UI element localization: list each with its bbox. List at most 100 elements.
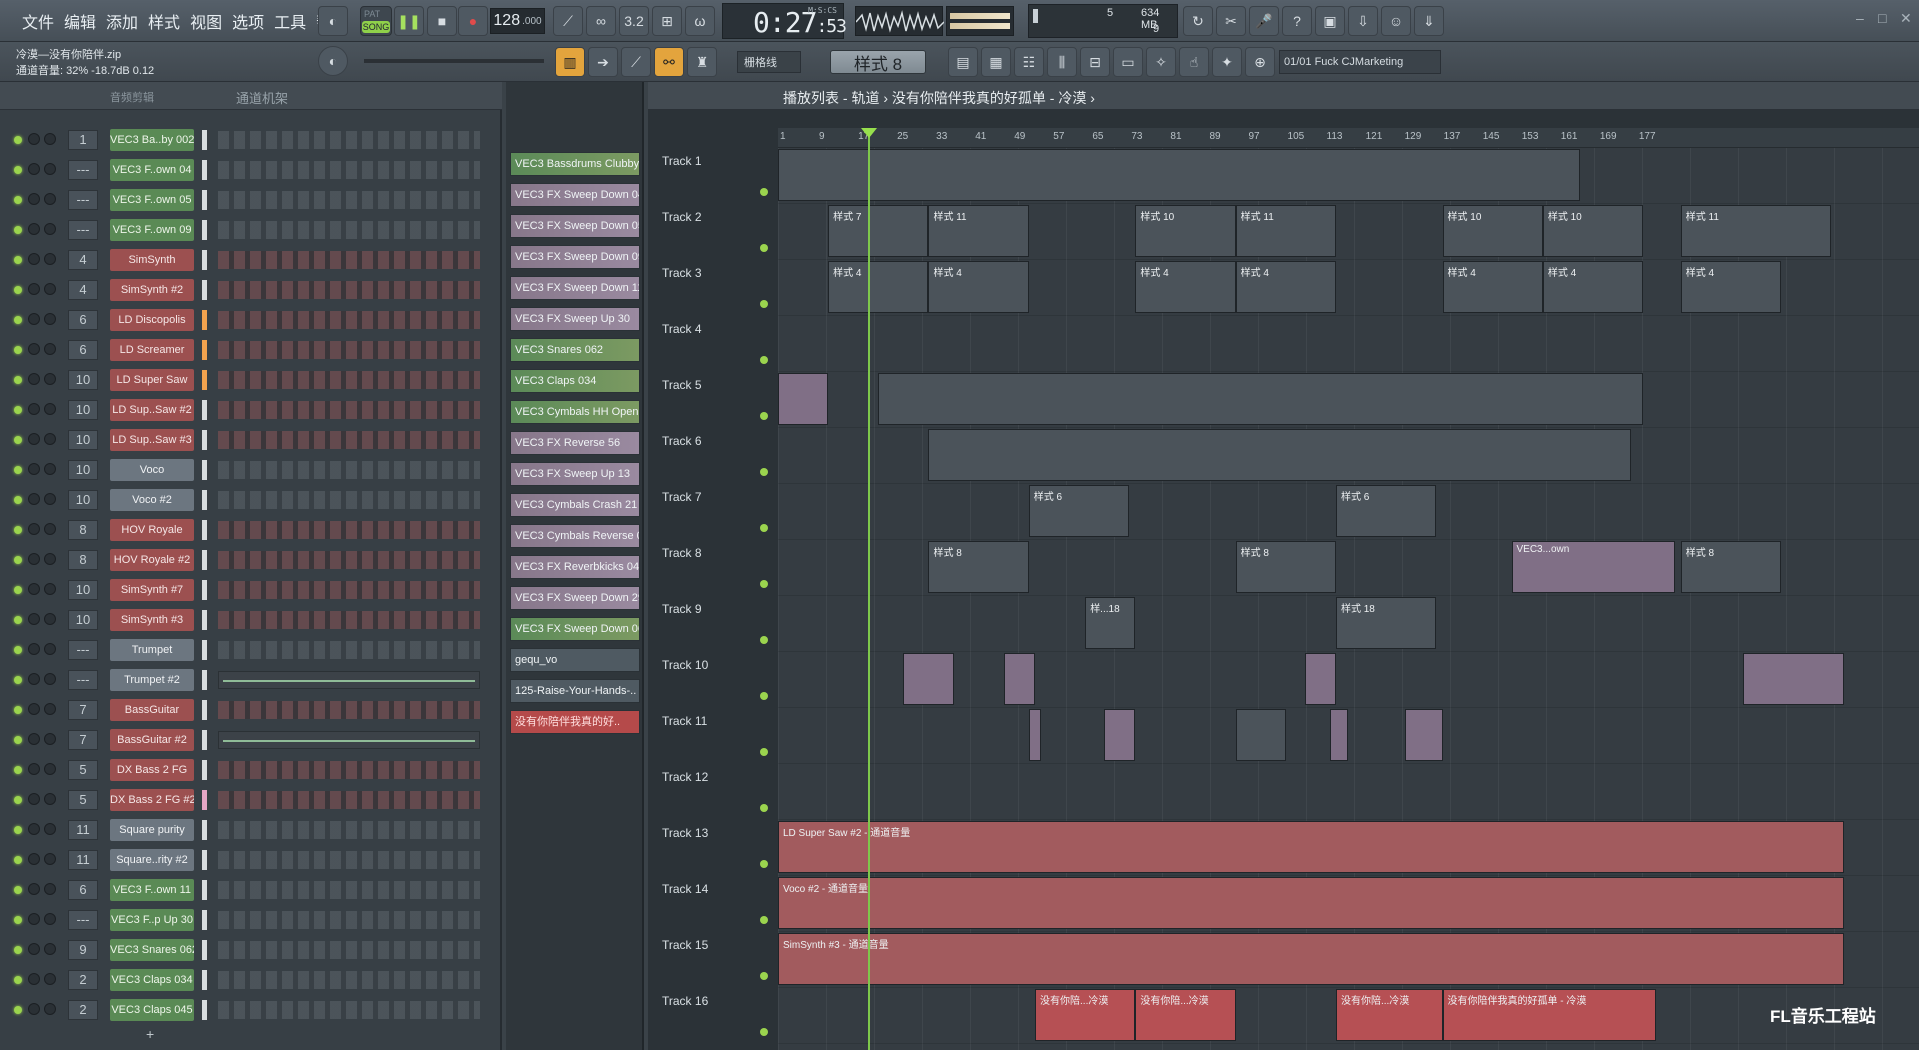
channel-select[interactable] bbox=[202, 880, 207, 900]
channel-volume-knob[interactable] bbox=[44, 433, 56, 445]
channel-name-button[interactable]: SimSynth bbox=[110, 249, 194, 271]
channel-mute-led[interactable] bbox=[14, 166, 22, 174]
step-sequencer[interactable] bbox=[218, 551, 480, 569]
menu-item[interactable]: 工具 bbox=[274, 9, 306, 33]
channel-volume-knob[interactable] bbox=[44, 343, 56, 355]
step-sequencer[interactable] bbox=[218, 281, 480, 299]
channel-select[interactable] bbox=[202, 730, 207, 750]
undo-icon[interactable]: ↻ bbox=[1183, 6, 1213, 36]
channel-volume-knob[interactable] bbox=[44, 853, 56, 865]
channel-select[interactable] bbox=[202, 490, 207, 510]
channel-mixer-track[interactable]: 2 bbox=[68, 1000, 98, 1020]
channel-mute-led[interactable] bbox=[14, 976, 22, 984]
channel-mute-led[interactable] bbox=[14, 346, 22, 354]
channel-row[interactable]: --- VEC3 F..own 09 bbox=[6, 218, 490, 242]
channel-volume-knob[interactable] bbox=[44, 763, 56, 775]
channel-mute-led[interactable] bbox=[14, 226, 22, 234]
playlist-clip[interactable]: 样式 4 bbox=[1442, 261, 1543, 313]
channel-name-button[interactable]: HOV Royale #2 bbox=[110, 549, 194, 571]
browser-item[interactable]: VEC3 Cymbals HH Open 0.. bbox=[510, 400, 640, 424]
channel-pan-knob[interactable] bbox=[28, 133, 40, 145]
playlist-clip[interactable] bbox=[778, 149, 1581, 201]
channel-mixer-track[interactable]: 6 bbox=[68, 340, 98, 360]
playlist-clip[interactable]: 样式 8 bbox=[1235, 541, 1336, 593]
browser-item[interactable]: VEC3 Snares 062 bbox=[510, 338, 640, 362]
playlist-clip[interactable]: 样式 4 bbox=[1235, 261, 1336, 313]
chat-icon[interactable]: ☺ bbox=[1381, 6, 1411, 36]
menu-item[interactable]: 添加 bbox=[106, 9, 138, 33]
channel-mute-led[interactable] bbox=[14, 886, 22, 894]
playlist-clip[interactable] bbox=[1104, 709, 1136, 761]
step-sequencer[interactable] bbox=[218, 641, 480, 659]
channel-rack-icon[interactable]: ☷ bbox=[1014, 47, 1044, 77]
playlist-grid[interactable]: 样式 7 样式 11 样式 10 样式 11 样式 10 样式 10 样式 11 样式 4 样式… bbox=[778, 148, 1919, 1050]
channel-volume-knob[interactable] bbox=[44, 223, 56, 235]
loop-record-icon[interactable]: ∞ bbox=[586, 6, 616, 36]
channel-volume-knob[interactable] bbox=[44, 583, 56, 595]
channel-volume-knob[interactable] bbox=[44, 613, 56, 625]
track-mute-led[interactable] bbox=[760, 468, 768, 476]
download-icon[interactable]: ⇓ bbox=[1414, 6, 1444, 36]
playlist-clip[interactable]: 样式 4 bbox=[1680, 261, 1782, 313]
channel-row[interactable]: 10 LD Sup..Saw #3 bbox=[6, 428, 490, 452]
channel-name-button[interactable]: Square..rity #2 bbox=[110, 849, 194, 871]
channel-select[interactable] bbox=[202, 310, 207, 330]
channel-row[interactable]: 11 Square..rity #2 bbox=[6, 848, 490, 872]
channel-select[interactable] bbox=[202, 850, 207, 870]
channel-volume-knob[interactable] bbox=[44, 163, 56, 175]
channel-volume-knob[interactable] bbox=[44, 313, 56, 325]
track-mute-led[interactable] bbox=[760, 636, 768, 644]
channel-pan-knob[interactable] bbox=[28, 403, 40, 415]
channel-mute-led[interactable] bbox=[14, 286, 22, 294]
channel-mixer-track[interactable]: 4 bbox=[68, 280, 98, 300]
playlist-clip[interactable] bbox=[778, 373, 829, 425]
channel-select[interactable] bbox=[202, 430, 207, 450]
channel-name-button[interactable]: DX Bass 2 FG bbox=[110, 759, 194, 781]
browser-item[interactable]: VEC3 FX Sweep Down 06 bbox=[510, 617, 640, 641]
browser-item[interactable]: VEC3 FX Sweep Down 05 bbox=[510, 214, 640, 238]
channel-mute-led[interactable] bbox=[14, 376, 22, 384]
channel-mixer-track[interactable]: 9 bbox=[68, 940, 98, 960]
channel-mixer-track[interactable]: 11 bbox=[68, 820, 98, 840]
channel-name-button[interactable]: VEC3 F..own 05 bbox=[110, 189, 194, 211]
channel-mute-led[interactable] bbox=[14, 136, 22, 144]
playlist-clip[interactable]: VEC3...own bbox=[1511, 541, 1675, 593]
channel-volume-knob[interactable] bbox=[44, 553, 56, 565]
channel-select[interactable] bbox=[202, 460, 207, 480]
stop-button[interactable]: ■ bbox=[427, 6, 457, 36]
channel-mixer-track[interactable]: 5 bbox=[68, 790, 98, 810]
menu-item[interactable]: 视图 bbox=[190, 9, 222, 33]
channel-pan-knob[interactable] bbox=[28, 463, 40, 475]
playhead-marker[interactable] bbox=[861, 128, 877, 138]
channel-mute-led[interactable] bbox=[14, 1006, 22, 1014]
step-sequencer[interactable] bbox=[218, 671, 480, 689]
channel-row[interactable]: 4 SimSynth #2 bbox=[6, 278, 490, 302]
step-sequencer[interactable] bbox=[218, 251, 480, 269]
channel-name-button[interactable]: DX Bass 2 FG #2 bbox=[110, 789, 194, 811]
step-sequencer[interactable] bbox=[218, 761, 480, 779]
channel-name-button[interactable]: Voco #2 bbox=[110, 489, 194, 511]
song-position-clock[interactable]: 0:27:53 M:S:CS bbox=[722, 3, 847, 39]
channel-mute-led[interactable] bbox=[14, 766, 22, 774]
channel-mute-led[interactable] bbox=[14, 946, 22, 954]
channel-select[interactable] bbox=[202, 190, 207, 210]
channel-pan-knob[interactable] bbox=[28, 283, 40, 295]
help-icon[interactable]: ? bbox=[1282, 6, 1312, 36]
channel-pan-knob[interactable] bbox=[28, 193, 40, 205]
step-sequencer[interactable] bbox=[218, 311, 480, 329]
wait-input-icon[interactable]: ω bbox=[685, 6, 715, 36]
arrow-icon[interactable]: ➔ bbox=[588, 47, 618, 77]
channel-name-button[interactable]: SimSynth #2 bbox=[110, 279, 194, 301]
step-sequencer[interactable] bbox=[218, 851, 480, 869]
channel-volume-knob[interactable] bbox=[44, 703, 56, 715]
step-sequencer[interactable] bbox=[218, 431, 480, 449]
piano-roll-icon[interactable]: ▤ bbox=[948, 47, 978, 77]
browser-icon[interactable]: ⊟ bbox=[1080, 47, 1110, 77]
playlist-clip[interactable]: 样式 7 bbox=[828, 205, 929, 257]
track-mute-led[interactable] bbox=[760, 1028, 768, 1036]
channel-row[interactable]: 11 Square purity bbox=[6, 818, 490, 842]
step-sequencer[interactable] bbox=[218, 521, 480, 539]
plugin-icon[interactable]: ✧ bbox=[1146, 47, 1176, 77]
playlist-clip[interactable] bbox=[878, 373, 1644, 425]
channel-row[interactable]: 6 LD Discopolis bbox=[6, 308, 490, 332]
